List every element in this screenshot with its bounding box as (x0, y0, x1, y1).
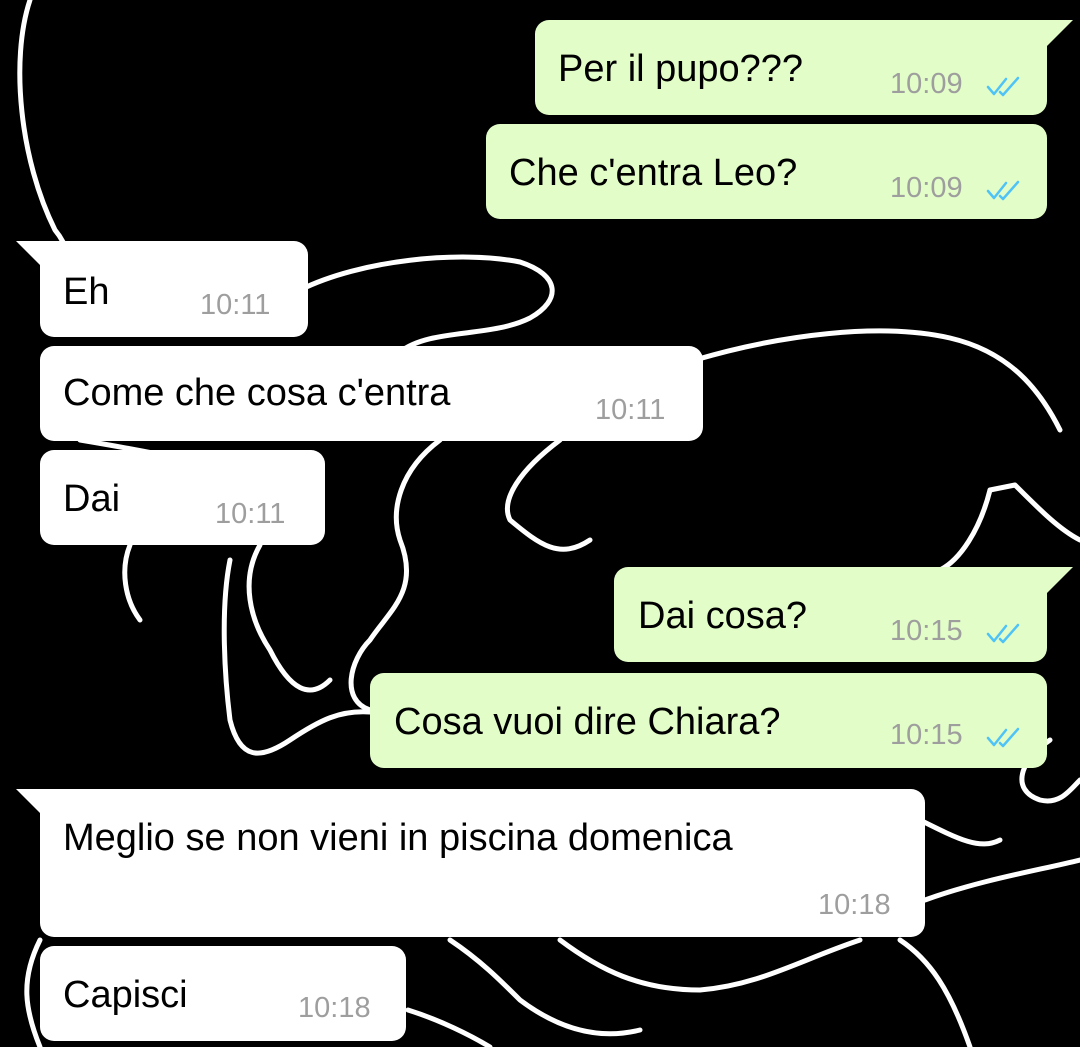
outgoing-message-bubble[interactable]: Cosa vuoi dire Chiara? 10:15 (370, 673, 1047, 768)
read-double-check-icon (986, 727, 1020, 748)
message-timestamp: 10:11 (200, 289, 271, 321)
message-timestamp: 10:09 (890, 68, 963, 100)
message-timestamp: 10:18 (818, 889, 891, 921)
message-text: Eh (63, 271, 110, 313)
incoming-message-bubble[interactable]: Capisci 10:18 (40, 946, 406, 1041)
message-timestamp: 10:11 (595, 394, 666, 426)
message-timestamp: 10:11 (215, 498, 286, 530)
outgoing-message-bubble[interactable]: Per il pupo??? 10:09 (535, 20, 1073, 115)
message-text: Cosa vuoi dire Chiara? (394, 701, 781, 743)
outgoing-message-bubble[interactable]: Dai cosa? 10:15 (614, 567, 1073, 662)
bubble-tail (1043, 20, 1073, 50)
read-double-check-icon (986, 180, 1020, 201)
incoming-message-bubble[interactable]: Meglio se non vieni in piscina domenica 1… (16, 789, 925, 937)
message-timestamp: 10:09 (890, 172, 963, 204)
message-text: Dai cosa? (638, 595, 807, 637)
read-double-check-icon (986, 623, 1020, 644)
message-text: Capisci (63, 974, 188, 1016)
message-timestamp: 10:15 (890, 615, 963, 647)
message-text: Che c'entra Leo? (509, 152, 798, 194)
message-timestamp: 10:18 (298, 992, 371, 1024)
message-text: Per il pupo??? (558, 48, 804, 90)
read-double-check-icon (986, 76, 1020, 97)
incoming-message-bubble[interactable]: Eh 10:11 (16, 241, 308, 337)
outgoing-message-bubble[interactable]: Che c'entra Leo? 10:09 (486, 124, 1047, 219)
message-text: Meglio se non vieni in piscina domenica (63, 817, 733, 859)
bubble-tail (16, 241, 44, 269)
message-text: Dai (63, 478, 121, 520)
bubble-tail (1043, 567, 1073, 597)
incoming-message-bubble[interactable]: Come che cosa c'entra 10:11 (40, 346, 703, 441)
bubble-tail (16, 789, 44, 817)
message-timestamp: 10:15 (890, 719, 963, 751)
message-text: Come che cosa c'entra (63, 372, 451, 414)
incoming-message-bubble[interactable]: Dai 10:11 (40, 450, 325, 545)
